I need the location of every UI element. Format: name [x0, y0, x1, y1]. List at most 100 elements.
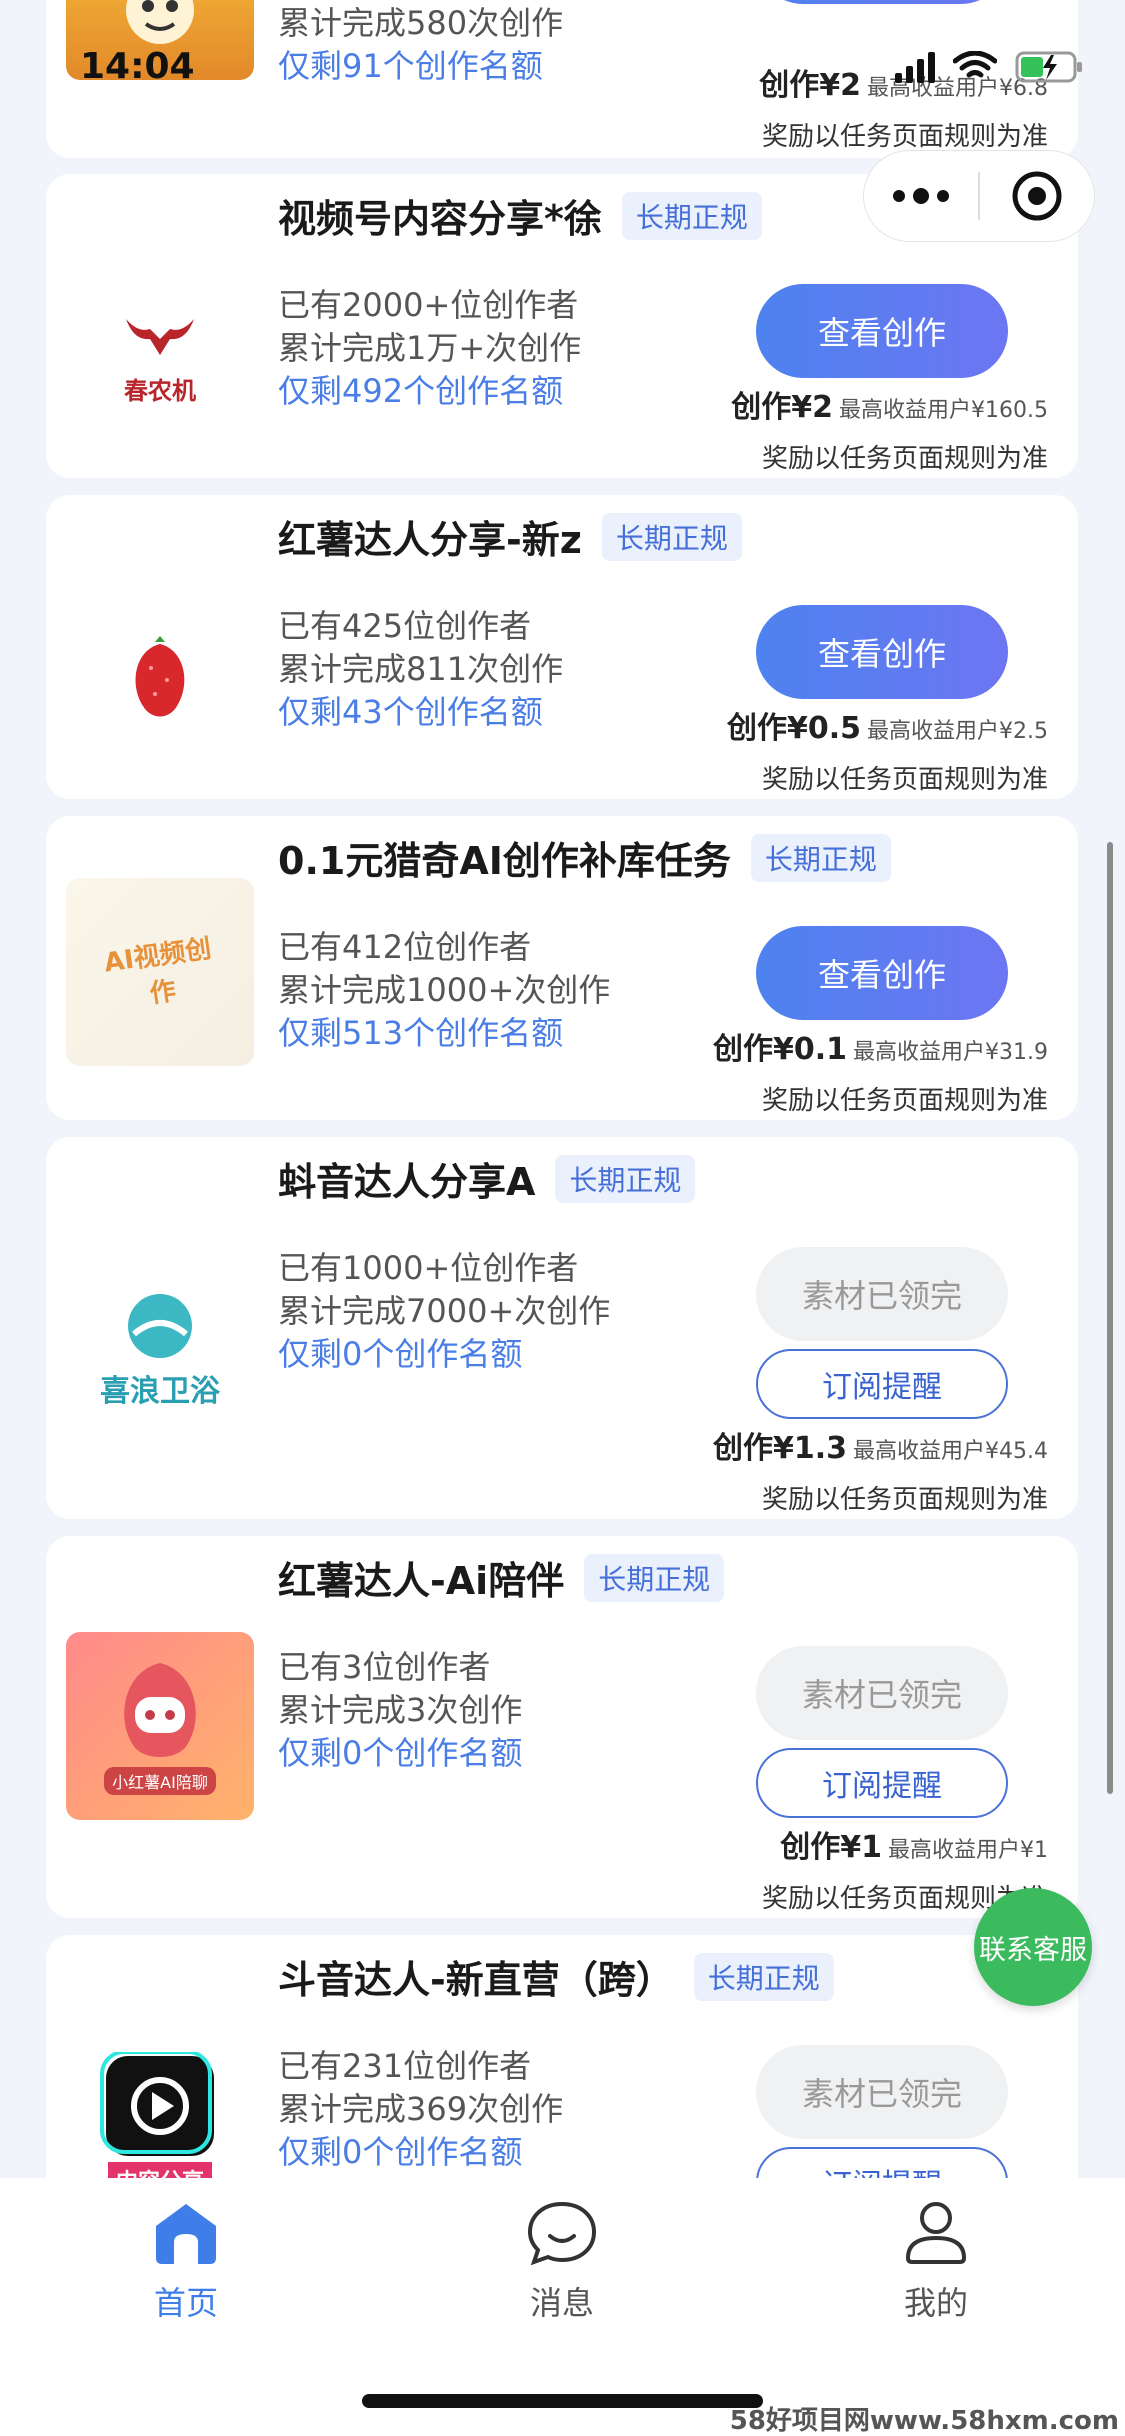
reward-note: 奖励以任务页面规则为准 [761, 122, 1048, 152]
tab-messages-label: 消息 [529, 2284, 594, 2322]
max-value: ¥1 [1020, 1838, 1048, 1863]
long-term-tag: 长期正规 [693, 1952, 834, 2001]
task-creators: 已有1000+位创作者 [278, 1249, 579, 1287]
task-remaining: 仅剩0个创作名额 [278, 2133, 523, 2171]
task-title-row: 红薯达人-Ai陪伴 长期正规 [278, 1550, 725, 1605]
max-value: ¥31.9 [985, 1040, 1048, 1065]
task-remaining: 仅剩0个创作名额 [278, 1335, 523, 1373]
task-stats: 已有231位创作者 累计完成369次创作 仅剩0个创作名额 [278, 2045, 563, 2174]
task-logo [66, 587, 254, 775]
long-term-tag: 长期正规 [750, 833, 891, 882]
home-indicator[interactable] [362, 2394, 763, 2408]
task-remaining: 仅剩513个创作名额 [278, 1014, 564, 1052]
view-creation-button[interactable]: 查看创作 [756, 926, 1008, 1020]
tab-mine-label: 我的 [903, 2284, 968, 2322]
task-title-row: 视频号内容分享*徐 长期正规 [278, 188, 762, 243]
task-title-row: 蚪音达人分享A 长期正规 [278, 1151, 696, 1206]
task-title-row: 0.1元猎奇AI创作补库任务 长期正规 [278, 830, 891, 885]
task-stats: 已有2000+位创作者 累计完成1万+次创作 仅剩492个创作名额 [278, 284, 581, 413]
max-label: 最高收益用户 [887, 1838, 1020, 1863]
task-title-row: 红薯达人分享-新z 长期正规 [278, 509, 742, 564]
task-logo: 喜浪卫浴 [66, 1257, 254, 1445]
reward-amount: 创作¥1 [780, 1830, 882, 1865]
logo-text: 小红薯AI陪聊 [104, 1767, 216, 1795]
max-label: 最高收益用户 [867, 719, 1000, 744]
more-button[interactable] [864, 151, 978, 241]
task-completed: 累计完成3次创作 [278, 1691, 523, 1729]
task-stats: 已有3位创作者 累计完成3次创作 仅剩0个创作名额 [278, 1646, 522, 1775]
materials-claimed-button[interactable]: 素材已领完 [756, 2045, 1008, 2139]
reward-note: 奖励以任务页面规则为准 [761, 1485, 1048, 1515]
task-remaining: 仅剩492个创作名额 [278, 372, 564, 410]
task-remaining: 仅剩91个创作名额 [278, 47, 543, 85]
task-title-row: 斗音达人-新直营（跨） 长期正规 [278, 1949, 834, 2004]
task-creators: 已有2000+位创作者 [278, 286, 579, 324]
status-time: 14:04 [80, 46, 195, 87]
materials-claimed-button[interactable]: 素材已领完 [756, 1247, 1008, 1341]
long-term-tag: 长期正规 [601, 512, 742, 561]
max-label: 最高收益用户 [853, 1439, 986, 1464]
reward-amount: 创作¥0.1 [712, 1032, 847, 1067]
long-term-tag: 长期正规 [621, 191, 762, 240]
home-icon [156, 2204, 216, 2264]
message-icon [527, 2201, 597, 2266]
task-card[interactable]: 蚪音达人分享A 长期正规 喜浪卫浴 已有1000+位创作者 累计完成7000+次… [46, 1137, 1078, 1519]
reward-amount: 创作¥0.5 [726, 711, 861, 746]
task-title: 斗音达人-新直营（跨） [278, 1958, 674, 2002]
wifi-icon [953, 51, 997, 83]
task-completed: 累计完成580次创作 [278, 4, 564, 42]
view-creation-button[interactable]: 查看创作 [756, 284, 1008, 378]
wave-logo-icon [128, 1294, 192, 1358]
status-icons [895, 50, 1085, 84]
tab-messages[interactable]: 消息 [482, 2200, 642, 2324]
subscribe-reminder-button[interactable]: 订阅提醒 [756, 1349, 1008, 1419]
miniprogram-capsule [863, 150, 1095, 242]
task-reward: 创作¥2 最高收益用户¥160.5 奖励以任务页面规则为准 [731, 382, 1048, 475]
max-value: ¥2.5 [999, 719, 1048, 744]
task-title: 红薯达人分享-新z [278, 518, 582, 562]
logo-text: 春农机 [124, 376, 196, 405]
task-completed: 累计完成1000+次创作 [278, 971, 611, 1009]
watermark: 58好项目网www.58hxm.com [729, 2406, 1119, 2436]
battery-icon [1015, 50, 1085, 84]
task-stats: 已有412位创作者 累计完成1000+次创作 仅剩513个创作名额 [278, 926, 610, 1055]
close-miniprogram-button[interactable] [980, 151, 1094, 241]
task-card[interactable]: 0.1元猎奇AI创作补库任务 长期正规 AI视频创作 已有412位创作者 累计完… [46, 816, 1078, 1120]
logo-text: AI视频创作 [102, 933, 214, 1010]
task-card[interactable]: 红薯达人-Ai陪伴 长期正规 小红薯AI陪聊 已有3位创作者 累计完成3次创作 … [46, 1536, 1078, 1918]
reward-note: 奖励以任务页面规则为准 [761, 765, 1048, 795]
task-creators: 已有3位创作者 [278, 1648, 491, 1686]
user-icon [905, 2202, 967, 2264]
task-creators: 已有412位创作者 [278, 928, 532, 966]
materials-claimed-button[interactable]: 素材已领完 [756, 1646, 1008, 1740]
contact-support-button[interactable]: 联系客服 [974, 1888, 1092, 2006]
task-remaining: 仅剩43个创作名额 [278, 693, 543, 731]
reward-note: 奖励以任务页面规则为准 [761, 444, 1048, 474]
task-stats: 累计完成580次创作 仅剩91个创作名额 [278, 2, 563, 88]
robot-mascot-icon [124, 1663, 196, 1757]
bull-logo-icon [126, 318, 194, 355]
subscribe-reminder-button[interactable]: 订阅提醒 [756, 1748, 1008, 1818]
reward-amount: 创作¥2 [731, 390, 833, 425]
max-value: ¥160.5 [971, 398, 1048, 423]
task-stats: 已有425位创作者 累计完成811次创作 仅剩43个创作名额 [278, 605, 563, 734]
task-title: 视频号内容分享*徐 [278, 197, 602, 241]
scrollbar[interactable] [1107, 842, 1113, 1794]
task-remaining: 仅剩0个创作名额 [278, 1734, 523, 1772]
signal-icon [895, 51, 935, 83]
task-creators: 已有425位创作者 [278, 607, 532, 645]
play-logo-icon [100, 2052, 214, 2156]
task-title: 0.1元猎奇AI创作补库任务 [278, 839, 731, 883]
task-completed: 累计完成1万+次创作 [278, 329, 582, 367]
view-creation-button[interactable]: 查看创作 [756, 605, 1008, 699]
tab-home[interactable]: 首页 [106, 2200, 266, 2324]
task-completed: 累计完成7000+次创作 [278, 1292, 611, 1330]
logo-text: 喜浪卫浴 [100, 1374, 220, 1409]
task-logo: AI视频创作 [66, 878, 254, 1066]
task-creators: 已有231位创作者 [278, 2047, 532, 2085]
task-card[interactable]: 红薯达人分享-新z 长期正规 已有425位创作者 累计完成811次创作 仅剩43… [46, 495, 1078, 799]
view-creation-button[interactable]: 查看创作 [756, 0, 1008, 4]
task-logo: 春农机 [66, 266, 254, 454]
task-reward: 创作¥0.5 最高收益用户¥2.5 奖励以任务页面规则为准 [727, 703, 1048, 796]
tab-mine[interactable]: 我的 [856, 2200, 1016, 2324]
